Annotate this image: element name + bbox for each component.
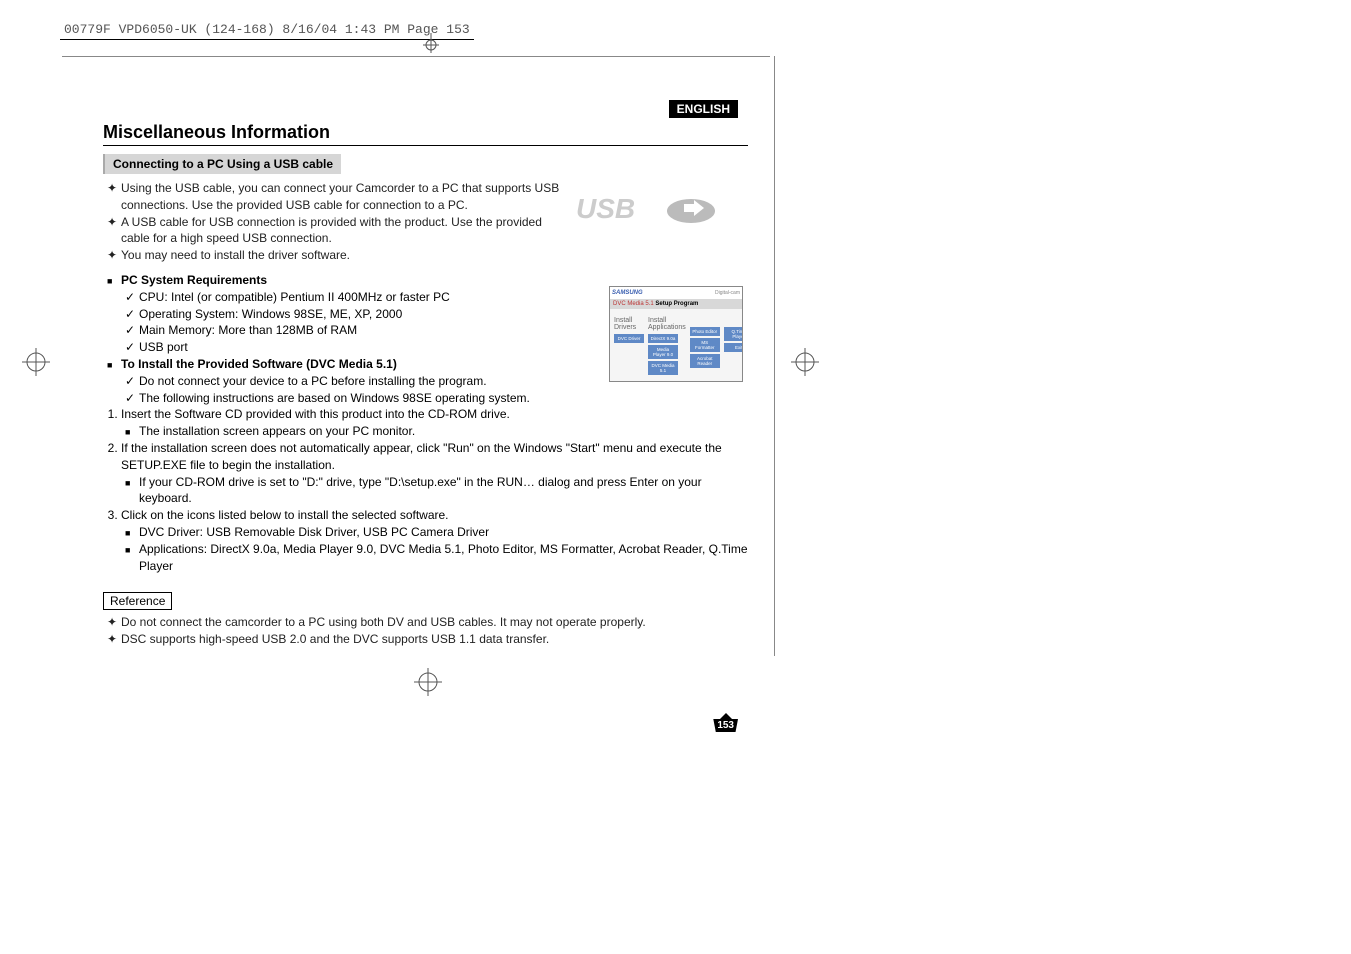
page-number-value: 153 — [713, 719, 738, 732]
setup-program-screenshot: SAMSUNG Digital-cam DVC Media 5.1 Setup … — [609, 286, 743, 382]
crop-mark-icon — [421, 33, 441, 53]
digital-cam-label: Digital-cam — [715, 290, 740, 296]
step-sub: The installation screen appears on your … — [139, 424, 415, 438]
samsung-logo: SAMSUNG — [612, 290, 643, 296]
directx-button[interactable]: DirectX 9.0a — [648, 334, 678, 343]
step-sub: If your CD-ROM drive is set to "D:" driv… — [139, 475, 702, 506]
setup-title-prefix: DVC Media 5.1 — [613, 301, 654, 307]
page-title: Miscellaneous Information — [103, 122, 748, 143]
install-steps: Insert the Software CD provided with thi… — [103, 406, 748, 574]
crop-mark-icon — [791, 348, 819, 376]
media-player-button[interactable]: Media Player 9.0 — [648, 345, 678, 359]
bullet-text: Using the USB cable, you can connect you… — [121, 181, 559, 212]
step-sub: Applications: DirectX 9.0a, Media Player… — [139, 542, 748, 573]
install-apps-label: Install Applications — [648, 317, 686, 331]
req-item: CPU: Intel (or compatible) Pentium II 40… — [139, 290, 450, 304]
install-check: The following instructions are based on … — [139, 391, 530, 405]
req-item: Main Memory: More than 128MB of RAM — [139, 323, 357, 337]
install-heading: To Install the Provided Software (DVC Me… — [121, 357, 397, 371]
square-icon: ■ — [125, 426, 130, 439]
frame-border-right — [774, 56, 775, 656]
usb-logo-icon: USB — [576, 186, 726, 236]
language-badge: ENGLISH — [669, 100, 738, 118]
page-content: ENGLISH Miscellaneous Information Connec… — [103, 100, 748, 656]
step-text: If the installation screen does not auto… — [121, 441, 722, 472]
bullet-text: You may need to install the driver softw… — [121, 248, 350, 262]
req-item: USB port — [139, 340, 188, 354]
step-text: Insert the Software CD provided with thi… — [121, 407, 510, 421]
exit-button[interactable]: Exit — [724, 343, 743, 352]
check-icon: ✓ — [125, 390, 135, 407]
reference-box: Reference — [103, 592, 172, 610]
square-icon: ■ — [107, 275, 112, 288]
install-check: Do not connect your device to a PC befor… — [139, 374, 487, 388]
reference-bullets: ✦ Do not connect the camcorder to a PC us… — [103, 614, 748, 648]
square-icon: ■ — [107, 359, 112, 372]
square-icon: ■ — [125, 527, 130, 540]
bullet-text: A USB cable for USB connection is provid… — [121, 215, 542, 246]
subheading: Connecting to a PC Using a USB cable — [103, 154, 341, 174]
square-icon: ■ — [125, 477, 130, 490]
plus-icon: ✦ — [107, 614, 117, 631]
page-number: 153 — [713, 713, 738, 732]
check-icon: ✓ — [125, 322, 135, 339]
frame-border-top — [62, 56, 770, 57]
crop-mark-icon — [22, 348, 50, 376]
photo-editor-button[interactable]: Photo Editor — [690, 327, 720, 336]
ref-text: Do not connect the camcorder to a PC usi… — [121, 615, 646, 629]
svg-text:USB: USB — [576, 193, 635, 224]
q-time-button[interactable]: Q.Time Player — [724, 327, 743, 341]
ref-text: DSC supports high-speed USB 2.0 and the … — [121, 632, 549, 646]
square-icon: ■ — [125, 544, 130, 557]
crop-mark-icon — [414, 668, 442, 696]
title-rule — [103, 145, 748, 146]
ms-formatter-button[interactable]: MS Formatter — [690, 338, 720, 352]
setup-title-suffix: Setup Program — [655, 301, 698, 307]
dvc-media-button[interactable]: DVC Media 5.1 — [648, 361, 678, 375]
pc-requirements-heading: PC System Requirements — [121, 273, 267, 287]
check-icon: ✓ — [125, 306, 135, 323]
step-sub: DVC Driver: USB Removable Disk Driver, U… — [139, 525, 489, 539]
check-icon: ✓ — [125, 373, 135, 390]
plus-icon: ✦ — [107, 247, 117, 264]
plus-icon: ✦ — [107, 180, 117, 197]
plus-icon: ✦ — [107, 631, 117, 648]
dvc-driver-button[interactable]: DVC Driver — [614, 334, 644, 343]
check-icon: ✓ — [125, 339, 135, 356]
setup-footer: PC Camera Copyright © 2004 Samsung Elect… — [610, 379, 742, 382]
check-icon: ✓ — [125, 289, 135, 306]
plus-icon: ✦ — [107, 214, 117, 231]
print-header: 00779F VPD6050-UK (124-168) 8/16/04 1:43… — [60, 20, 474, 40]
install-drivers-label: Install Drivers — [614, 317, 644, 331]
req-item: Operating System: Windows 98SE, ME, XP, … — [139, 307, 402, 321]
step-text: Click on the icons listed below to insta… — [121, 508, 449, 522]
acrobat-button[interactable]: Acrobat Reader — [690, 354, 720, 368]
